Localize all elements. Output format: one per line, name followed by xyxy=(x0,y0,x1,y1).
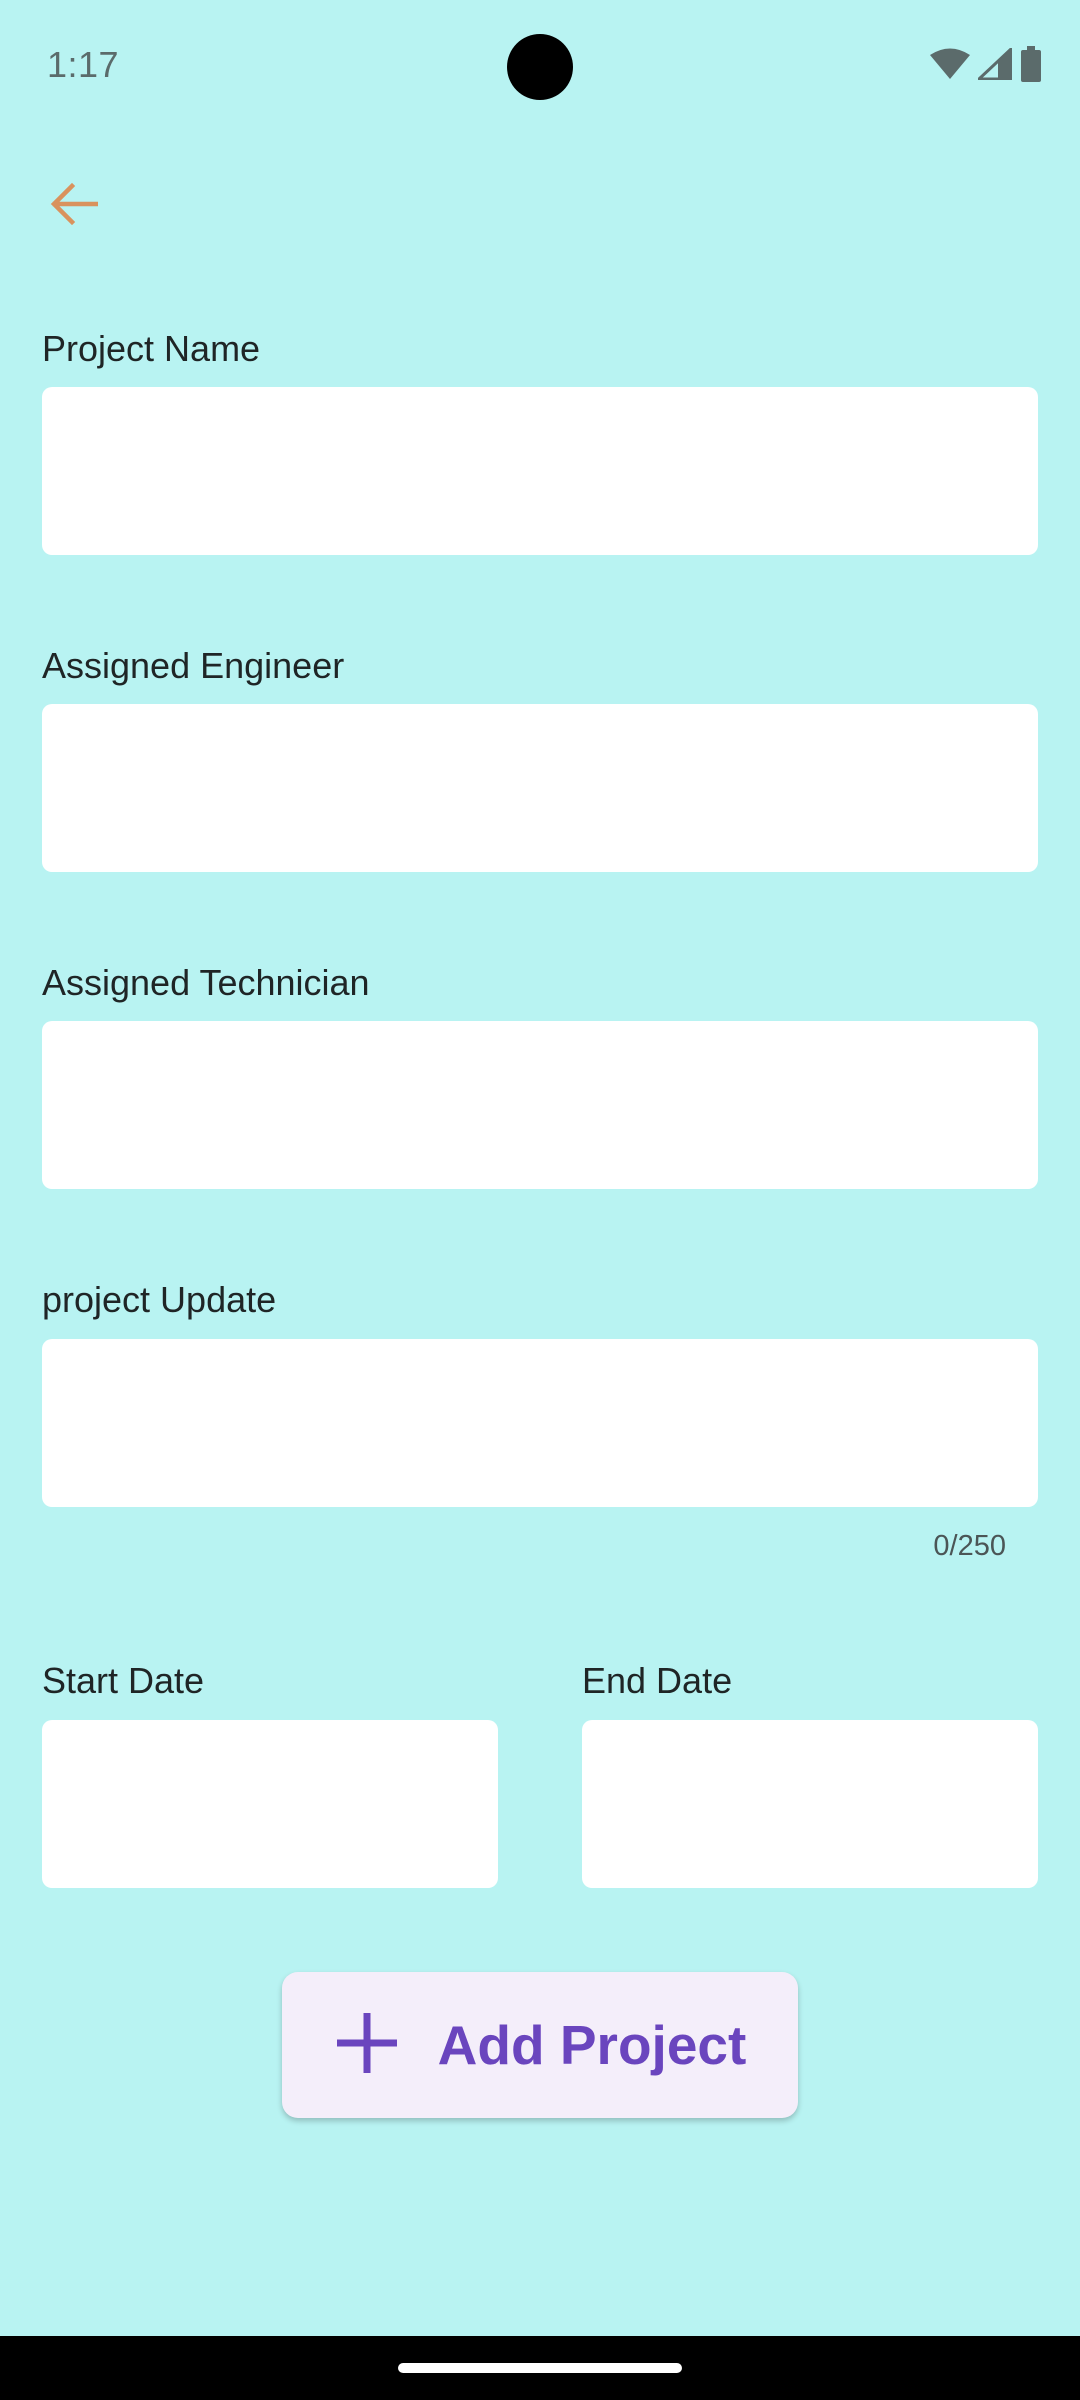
camera-cutout xyxy=(507,34,573,100)
project-name-label: Project Name xyxy=(42,328,261,369)
project-name-field[interactable] xyxy=(42,387,1038,555)
start-date-label: Start Date xyxy=(42,1660,205,1701)
assigned-technician-field[interactable] xyxy=(42,1021,1038,1189)
wifi-icon xyxy=(930,48,970,85)
back-button[interactable] xyxy=(38,170,110,242)
status-icons xyxy=(930,45,1042,87)
status-time: 1:17 xyxy=(47,44,120,85)
home-indicator[interactable] xyxy=(398,2363,682,2373)
arrow-left-icon xyxy=(50,182,99,231)
plus-icon xyxy=(334,2010,400,2081)
project-update-field[interactable] xyxy=(42,1339,1038,1507)
cell-signal-icon xyxy=(975,45,1013,85)
status-bar: 1:17 xyxy=(0,0,1080,134)
add-project-label: Add Project xyxy=(437,2014,747,2076)
project-update-label: project Update xyxy=(42,1279,277,1320)
start-date-field[interactable] xyxy=(42,1720,498,1888)
assigned-engineer-field[interactable] xyxy=(42,704,1038,872)
battery-icon xyxy=(1020,45,1042,87)
end-date-field[interactable] xyxy=(582,1720,1038,1888)
assigned-engineer-label: Assigned Engineer xyxy=(42,645,345,686)
end-date-label: End Date xyxy=(582,1660,733,1701)
character-counter: 0/250 xyxy=(933,1530,1006,1562)
add-project-button[interactable]: Add Project xyxy=(282,1972,798,2118)
assigned-technician-label: Assigned Technician xyxy=(42,962,370,1003)
